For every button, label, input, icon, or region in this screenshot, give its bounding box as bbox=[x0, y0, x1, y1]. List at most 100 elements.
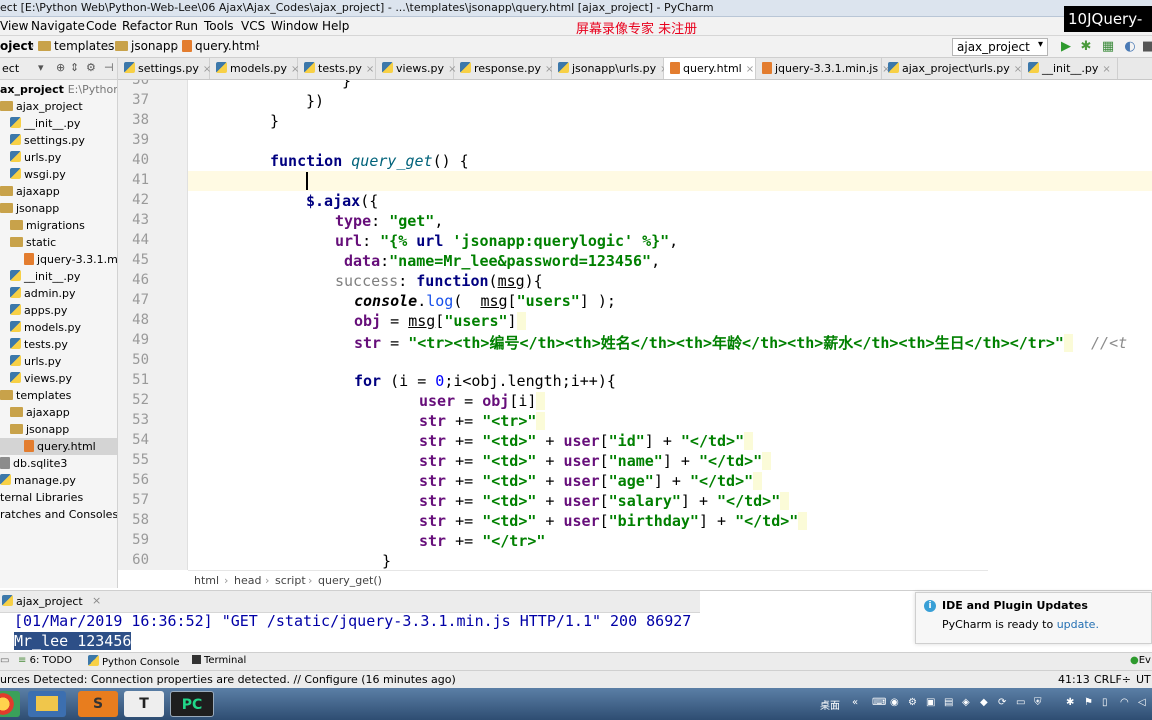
sublime-icon[interactable]: S bbox=[78, 691, 118, 717]
menu-view[interactable]: View bbox=[0, 19, 28, 33]
menu-code[interactable]: Code bbox=[86, 19, 117, 33]
nav-crumb-file[interactable]: query.html bbox=[182, 39, 259, 53]
tree-item[interactable]: ajax_project bbox=[0, 98, 83, 115]
close-icon[interactable]: × bbox=[1102, 64, 1110, 75]
menu-vcs[interactable]: VCS bbox=[241, 19, 265, 33]
file-explorer-icon[interactable] bbox=[28, 691, 66, 717]
monitor-icon[interactable]: ▯ bbox=[1102, 697, 1108, 708]
gear-icon[interactable]: ⚙ bbox=[86, 61, 96, 74]
tree-item[interactable]: __init__.py bbox=[10, 268, 80, 285]
caret-position[interactable]: 41:13 bbox=[1058, 673, 1090, 686]
tool-tab-event-log[interactable]: ●Ev bbox=[1130, 655, 1151, 666]
collapse-icon[interactable]: ⇕ bbox=[70, 61, 79, 74]
tree-item[interactable]: models.py bbox=[10, 319, 81, 336]
hide-icon[interactable]: ⊣ bbox=[104, 61, 114, 74]
tree-item[interactable]: urls.py bbox=[10, 149, 61, 166]
tree-item-selected[interactable]: query.html bbox=[0, 438, 117, 455]
wifi-icon[interactable]: ◠ bbox=[1120, 697, 1129, 708]
chevron-down-icon[interactable]: ▾ bbox=[38, 61, 44, 74]
tab-init[interactable]: __init__.py × bbox=[1022, 58, 1118, 79]
lock-icon[interactable]: ▣ bbox=[926, 697, 935, 708]
keyboard-icon[interactable]: ▤ bbox=[944, 697, 953, 708]
update-link[interactable]: update. bbox=[1057, 618, 1099, 631]
desktop-label[interactable]: 桌面 bbox=[820, 697, 840, 712]
ime-icon[interactable]: ⌨ bbox=[872, 697, 886, 708]
menu-navigate[interactable]: Navigate bbox=[31, 19, 85, 33]
breadcrumb-head[interactable]: head bbox=[234, 574, 261, 587]
tree-item[interactable]: ternal Libraries bbox=[0, 489, 83, 506]
tree-item[interactable]: ajaxapp bbox=[0, 183, 60, 200]
menu-window[interactable]: Window bbox=[271, 19, 318, 33]
tree-item[interactable]: manage.py bbox=[0, 472, 76, 489]
tool-tab-python-console[interactable]: Python Console bbox=[88, 655, 180, 668]
tree-item[interactable]: static bbox=[10, 234, 56, 251]
tree-item[interactable]: jquery-3.3.1.min bbox=[24, 251, 117, 268]
tree-item[interactable]: views.py bbox=[10, 370, 72, 387]
tree-item[interactable]: ratches and Consoles bbox=[0, 506, 117, 523]
tree-item[interactable]: jsonapp bbox=[0, 200, 59, 217]
code-editor[interactable]: } }) } function query_get() { $.ajax({ t… bbox=[188, 80, 1152, 570]
breadcrumb-function[interactable]: query_get() bbox=[318, 574, 382, 587]
tree-item[interactable]: settings.py bbox=[10, 132, 85, 149]
tree-item[interactable]: ax_project E:\Python W bbox=[0, 81, 117, 98]
menu-help[interactable]: Help bbox=[322, 19, 349, 33]
tab-tests[interactable]: tests.py × bbox=[298, 58, 376, 79]
network-icon[interactable]: ◈ bbox=[962, 697, 970, 708]
nav-crumb-jsonapp[interactable]: jsonapp bbox=[115, 39, 178, 53]
nav-crumb-templates[interactable]: templates bbox=[38, 39, 114, 53]
tab-settings[interactable]: settings.py × bbox=[118, 58, 211, 79]
menu-tools[interactable]: Tools bbox=[204, 19, 234, 33]
close-icon[interactable]: × bbox=[92, 594, 101, 607]
menu-run[interactable]: Run bbox=[175, 19, 198, 33]
breadcrumb-html[interactable]: html bbox=[194, 574, 219, 587]
volume-icon[interactable]: ◁ bbox=[1138, 697, 1146, 708]
close-icon[interactable]: × bbox=[746, 64, 754, 75]
close-icon[interactable]: × bbox=[1014, 64, 1022, 75]
profile-icon[interactable]: ◐ bbox=[1122, 39, 1138, 55]
chrome-icon[interactable] bbox=[0, 691, 20, 717]
tree-item[interactable]: db.sqlite3 bbox=[0, 455, 67, 472]
tab-jquery[interactable]: jquery-3.3.1.min.js × bbox=[756, 58, 891, 79]
tree-item[interactable]: tests.py bbox=[10, 336, 68, 353]
menu-refactor[interactable]: Refactor bbox=[122, 19, 172, 33]
tree-item[interactable]: urls.py bbox=[10, 353, 61, 370]
tree-item[interactable]: wsgi.py bbox=[10, 166, 66, 183]
settings-tray-icon[interactable]: ⚙ bbox=[908, 697, 917, 708]
sync-icon[interactable]: ⟳ bbox=[998, 697, 1006, 708]
locate-icon[interactable]: ⊕ bbox=[56, 61, 65, 74]
tool-tab-todo[interactable]: ≡ 6: TODO bbox=[18, 655, 72, 666]
tab-project-urls[interactable]: ajax_project\urls.py × bbox=[882, 58, 1022, 79]
pycharm-icon[interactable]: PC bbox=[170, 691, 214, 717]
tree-item[interactable]: ajaxapp bbox=[10, 404, 70, 421]
tab-jsonapp-urls[interactable]: jsonapp\urls.py× bbox=[552, 58, 669, 79]
display-icon[interactable]: ▭ bbox=[1016, 697, 1025, 708]
run-tab[interactable]: ajax_project bbox=[2, 595, 83, 608]
debug-icon[interactable]: ✱ bbox=[1078, 39, 1094, 55]
tab-views[interactable]: views.py × bbox=[376, 58, 456, 79]
tab-response[interactable]: response.py × bbox=[454, 58, 553, 79]
nav-crumb-project[interactable]: oject bbox=[0, 39, 33, 53]
line-separator[interactable]: CRLF÷ bbox=[1094, 673, 1131, 686]
coverage-icon[interactable]: ▦ bbox=[1100, 39, 1116, 55]
tree-item[interactable]: apps.py bbox=[10, 302, 67, 319]
tree-item[interactable]: jsonapp bbox=[10, 421, 69, 438]
file-encoding[interactable]: UT bbox=[1136, 673, 1151, 686]
tree-item[interactable]: admin.py bbox=[10, 285, 75, 302]
tool-tab-terminal[interactable]: Terminal bbox=[192, 655, 246, 666]
run-configuration-select[interactable]: ajax_project ▾ bbox=[952, 38, 1048, 56]
tool-window-toggle-icon[interactable]: ▭ bbox=[0, 655, 9, 666]
security-icon[interactable]: ◆ bbox=[980, 697, 988, 708]
tree-item[interactable]: templates bbox=[0, 387, 71, 404]
tray-arrow-icon[interactable]: « bbox=[852, 697, 858, 708]
typora-icon[interactable]: T bbox=[124, 691, 164, 717]
flag-icon[interactable]: ⚑ bbox=[1084, 697, 1093, 708]
shield-icon[interactable]: ⛨ bbox=[1034, 697, 1042, 708]
status-message[interactable]: urces Detected: Connection properties ar… bbox=[0, 673, 456, 686]
update-notification[interactable]: i IDE and Plugin Updates PyCharm is read… bbox=[915, 592, 1152, 644]
stop-icon[interactable]: ■ bbox=[1140, 39, 1152, 55]
close-icon[interactable]: × bbox=[366, 64, 374, 75]
breadcrumb-script[interactable]: script bbox=[275, 574, 306, 587]
tree-item[interactable]: __init__.py bbox=[10, 115, 80, 132]
tab-models[interactable]: models.py × bbox=[210, 58, 299, 79]
tab-query-html[interactable]: query.html × bbox=[664, 58, 756, 79]
